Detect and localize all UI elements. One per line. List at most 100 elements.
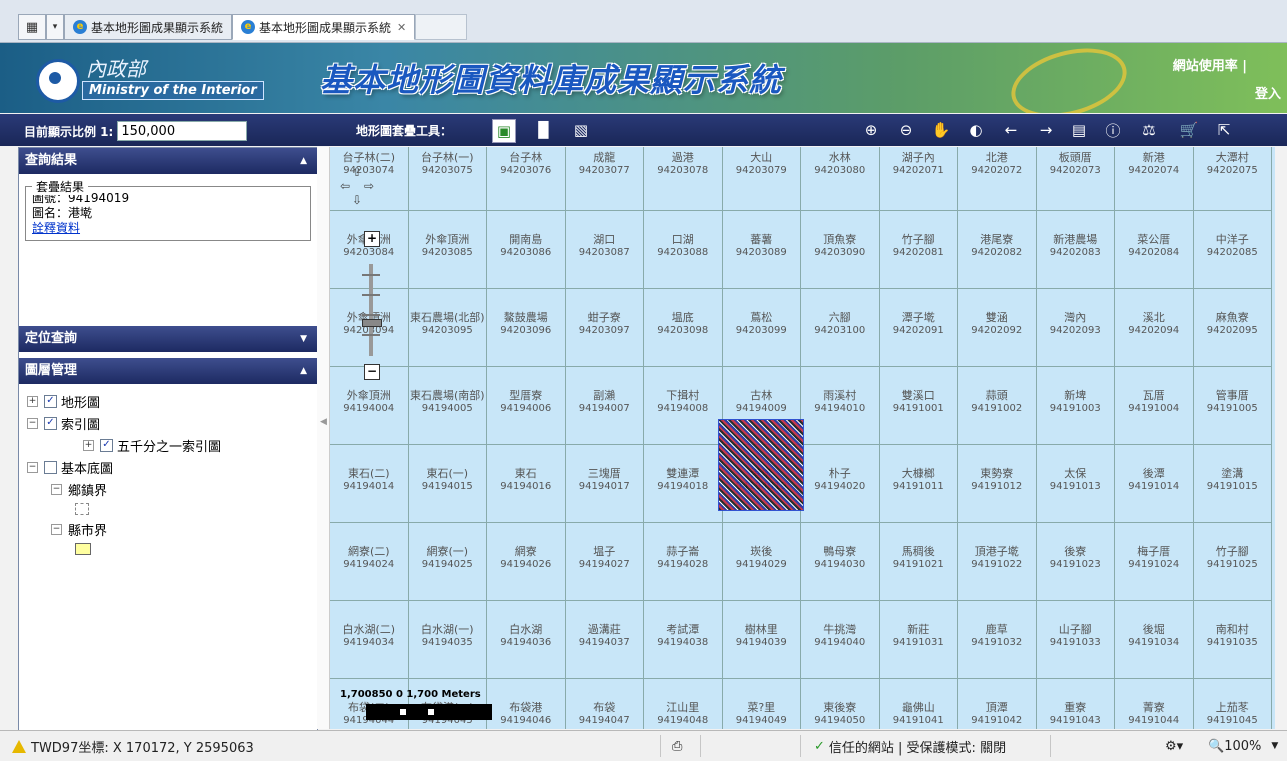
zoom-plus-button[interactable]: + bbox=[364, 231, 380, 247]
collapse-minus-icon[interactable]: − bbox=[51, 483, 62, 495]
pan-up-icon[interactable]: ⇧ bbox=[352, 165, 362, 179]
map-sheet-cell[interactable]: 布袋 94194047 bbox=[566, 679, 644, 729]
map-sheet-cell[interactable]: 江山里 94194048 bbox=[644, 679, 723, 729]
map-sheet-cell[interactable]: 塭子 94194027 bbox=[565, 523, 644, 601]
map-sheet-cell[interactable]: 雨溪村 94194010 bbox=[801, 367, 880, 445]
overlay-select-icon[interactable]: ▣ bbox=[492, 119, 516, 143]
browser-tab-2[interactable]: e 基本地形圖成果顯示系統 ✕ bbox=[232, 14, 416, 40]
zoom-slider-track[interactable] bbox=[369, 264, 373, 356]
map-sheet-cell[interactable]: 台子林 94203076 bbox=[487, 147, 566, 211]
basemap-checkbox[interactable] bbox=[44, 460, 57, 474]
layer-management-header[interactable]: 圖層管理 ▲ bbox=[19, 358, 317, 384]
ministry-logo[interactable]: 內政部 Ministry of the Interior bbox=[36, 53, 266, 103]
map-sheet-cell[interactable]: 新埤 94191003 bbox=[1036, 367, 1115, 445]
map-sheet-cell[interactable]: 重寮 94191043 bbox=[1037, 679, 1115, 729]
map-sheet-cell[interactable]: 三塊厝 94194017 bbox=[565, 445, 644, 523]
map-sheet-cell[interactable]: 布袋港 94194046 bbox=[487, 679, 566, 729]
zoom-dropdown-icon[interactable]: ▼ bbox=[1271, 741, 1278, 751]
map-sheet-cell[interactable]: 菁寮 94191044 bbox=[1115, 679, 1194, 729]
map-sheet-cell[interactable]: 東石(一) 94194015 bbox=[408, 445, 487, 523]
map-sheet-cell[interactable]: 塭底 94203098 bbox=[644, 289, 723, 367]
map-sheet-cell[interactable]: 灣內 94202093 bbox=[1036, 289, 1115, 367]
map-sheet-cell[interactable]: 鹿草 94191032 bbox=[958, 601, 1037, 679]
close-tab-icon[interactable]: ✕ bbox=[397, 21, 406, 34]
map-sheet-cell[interactable]: 竹子腳 94191025 bbox=[1193, 523, 1272, 601]
map-sheet-cell[interactable]: 港尾寮 94202082 bbox=[958, 211, 1037, 289]
expand-plus-icon[interactable]: + bbox=[83, 439, 94, 451]
map-sheet-cell[interactable]: 東勢寮 94191012 bbox=[958, 445, 1037, 523]
clear-icon[interactable]: ▤ bbox=[1068, 119, 1090, 141]
map-sheet-cell[interactable]: 型厝寮 94194006 bbox=[487, 367, 566, 445]
map-sheet-cell[interactable]: 白水湖(二) 94194034 bbox=[330, 601, 409, 679]
map-sheet-cell[interactable]: 中洋子 94202085 bbox=[1193, 211, 1272, 289]
map-sheet-cell[interactable]: 牛挑灣 94194040 bbox=[801, 601, 880, 679]
zoom-minus-button[interactable]: − bbox=[364, 364, 380, 380]
page-icon[interactable]: ⎙ bbox=[672, 731, 682, 761]
usage-link[interactable]: 網站使用率 | bbox=[1173, 55, 1247, 74]
map-sheet-cell[interactable]: 過港 94203078 bbox=[644, 147, 723, 211]
layer-basemap[interactable]: − 基本底圖 bbox=[27, 456, 309, 478]
panel-splitter[interactable]: ◀ bbox=[317, 147, 330, 729]
map-sheet-cell[interactable]: 後堀 94191034 bbox=[1115, 601, 1194, 679]
map-sheet-cell[interactable]: 開南島 94203086 bbox=[487, 211, 566, 289]
map-sheet-cell[interactable]: 白水湖 94194036 bbox=[487, 601, 566, 679]
query-results-header[interactable]: 查詢結果 ▲ bbox=[19, 148, 317, 174]
zoom-status[interactable]: 🔍 100% ▼ bbox=[1208, 731, 1278, 761]
blank-page-icon[interactable]: ▉ bbox=[533, 119, 555, 141]
map-sheet-cell[interactable]: 瓦厝 94191004 bbox=[1115, 367, 1194, 445]
expand-plus-icon[interactable]: + bbox=[27, 395, 38, 407]
map-sheet-cell[interactable]: 成龍 94203077 bbox=[565, 147, 644, 211]
map-sheet-cell[interactable]: 溪北 94202094 bbox=[1115, 289, 1194, 367]
new-tab-button[interactable] bbox=[415, 14, 468, 40]
map-sheet-cell[interactable]: 竹子腳 94202081 bbox=[879, 211, 958, 289]
map-sheet-cell[interactable]: 雙涵 94202092 bbox=[958, 289, 1037, 367]
map-sheet-cell[interactable]: 後寮 94191023 bbox=[1036, 523, 1115, 601]
security-icon[interactable]: ⚙▾ bbox=[1165, 731, 1183, 761]
map-sheet-cell[interactable]: 菜公厝 94202084 bbox=[1115, 211, 1194, 289]
map-sheet-cell[interactable]: 水林 94203080 bbox=[801, 147, 880, 211]
map-sheet-cell[interactable]: 龜佛山 94191041 bbox=[880, 679, 958, 729]
browser-tab-1[interactable]: e 基本地形圖成果顯示系統 bbox=[64, 14, 233, 40]
map-sheet-cell[interactable]: 考試潭 94194038 bbox=[644, 601, 723, 679]
map-sheet-cell[interactable]: 網寮(一) 94194025 bbox=[408, 523, 487, 601]
map-sheet-cell[interactable]: 白水湖(一) 94194035 bbox=[408, 601, 487, 679]
map-sheet-cell[interactable]: 山子腳 94191033 bbox=[1036, 601, 1115, 679]
forward-arrow-icon[interactable]: → bbox=[1035, 119, 1057, 141]
map-sheet-cell[interactable]: 蒜頭 94191002 bbox=[958, 367, 1037, 445]
map-sheet-cell[interactable]: 後潭 94191014 bbox=[1115, 445, 1194, 523]
map-sheet-cell[interactable]: 頂魚寮 94203090 bbox=[801, 211, 880, 289]
layer-township[interactable]: − 鄉鎮界 bbox=[27, 478, 309, 500]
map-sheet-cell[interactable]: 東石(二) 94194014 bbox=[330, 445, 409, 523]
map-sheet-cell[interactable]: 湖口 94203087 bbox=[565, 211, 644, 289]
collapse-minus-icon[interactable]: − bbox=[27, 461, 38, 473]
map-sheet-cell[interactable]: 蒜子崙 94194028 bbox=[644, 523, 723, 601]
index-checkbox[interactable]: ✓ bbox=[44, 416, 57, 430]
tab-list-dropdown-icon[interactable]: ▾ bbox=[46, 14, 64, 40]
index5000-checkbox[interactable]: ✓ bbox=[100, 438, 113, 452]
metadata-link[interactable]: 詮釋資料 bbox=[32, 221, 304, 236]
map-sheet-cell[interactable]: 大槺榔 94191011 bbox=[879, 445, 958, 523]
map-sheet-cell[interactable]: 鰲鼓農場 94203096 bbox=[487, 289, 566, 367]
zoom-slider-thumb[interactable] bbox=[362, 319, 382, 327]
map-sheet-cell[interactable]: 雙溪口 94191001 bbox=[879, 367, 958, 445]
trust-status[interactable]: ✓ 信任的網站 | 受保護模式: 關閉 bbox=[814, 731, 1006, 761]
map-sheet-cell[interactable]: 新港 94202074 bbox=[1115, 147, 1194, 211]
full-extent-icon[interactable]: ◐ bbox=[965, 119, 987, 141]
map-sheet-cell[interactable]: 六腳 94203100 bbox=[801, 289, 880, 367]
pan-hand-icon[interactable]: ✋ bbox=[930, 119, 952, 141]
map-sheet-cell[interactable]: 太保 94191013 bbox=[1036, 445, 1115, 523]
map-sheet-cell[interactable]: 蚶子寮 94203097 bbox=[565, 289, 644, 367]
map-sheet-cell[interactable]: 東石農場(南部) 94194005 bbox=[408, 367, 487, 445]
map-sheet-cell[interactable]: 崁後 94194029 bbox=[722, 523, 801, 601]
collapse-up-icon[interactable]: ▲ bbox=[300, 148, 307, 174]
info-icon[interactable]: ⓘ bbox=[1102, 119, 1124, 141]
pan-left-icon[interactable]: ⇦ bbox=[340, 179, 350, 193]
map-sheet-cell[interactable]: 頂港子墘 94191022 bbox=[958, 523, 1037, 601]
export-icon[interactable]: ⇱ bbox=[1213, 119, 1235, 141]
login-link[interactable]: 登入 bbox=[1255, 83, 1281, 102]
map-view[interactable]: 台子林(二) 94203074 台子林(一) 94203075 台子林 94203076 成… bbox=[330, 147, 1275, 729]
layer-topo[interactable]: + ✓ 地形圖 bbox=[27, 390, 309, 412]
layer-index[interactable]: − ✓ 索引圖 bbox=[27, 412, 309, 434]
map-sheet-cell[interactable]: 菜?里 94194049 bbox=[723, 679, 801, 729]
map-sheet-cell[interactable]: 湖子內 94202071 bbox=[879, 147, 958, 211]
